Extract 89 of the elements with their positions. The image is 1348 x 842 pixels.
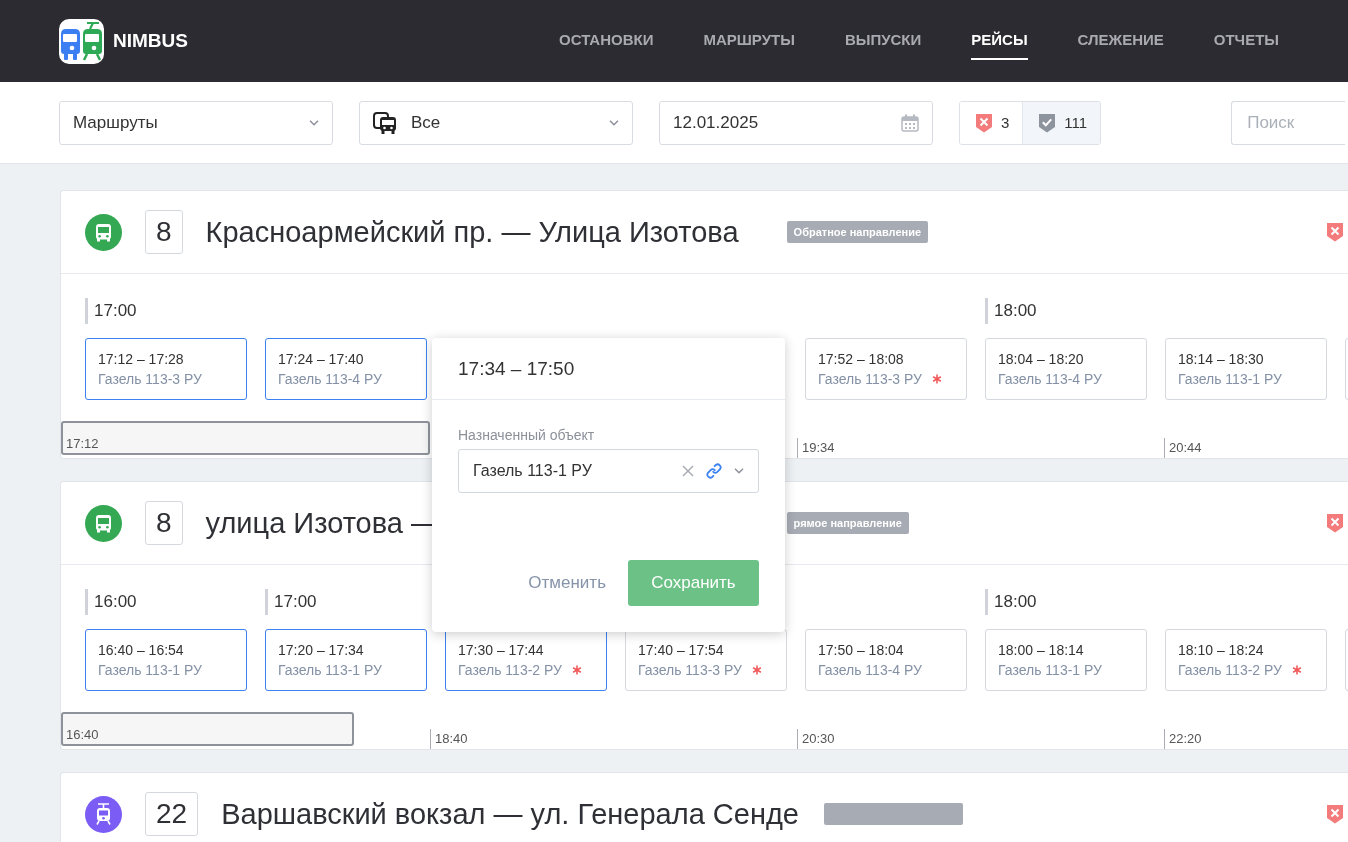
trip-card[interactable]: 18:14 – 18:30 Газель 113-1 РУ (1165, 338, 1327, 400)
status-toggle[interactable]: 111 (1022, 101, 1101, 144)
vehicle-label: Газель 113-1 РУ (98, 661, 202, 680)
trip-time: 17:30 – 17:44 (458, 641, 545, 660)
vehicle-label: Газель 113-4 РУ (998, 370, 1102, 389)
vehicle-label: Газель 113-3 РУ (638, 661, 742, 680)
trip-time: 17:20 – 17:34 (278, 641, 365, 660)
nav-tab[interactable]: ОТЧЕТЫ (1213, 22, 1279, 60)
route-title: Варшавский вокзал — ул. Генерала Сенде (221, 797, 799, 831)
hour-label: 18:00 (985, 298, 1037, 324)
asterisk-icon (931, 374, 942, 384)
nav-tab[interactable]: ОСТАНОВКИ (559, 22, 654, 60)
time-tick: 19:34 (797, 438, 1164, 458)
hour-label: 17:00 (85, 298, 137, 324)
hour-label: 18:00 (985, 589, 1037, 615)
trip-time: 18:00 – 18:14 (998, 641, 1085, 660)
trip-time: 18:04 – 18:20 (998, 350, 1085, 369)
asterisk-icon (751, 665, 762, 675)
range-window[interactable]: 17:12 (61, 421, 431, 455)
trip-time: 18:10 – 18:24 (1178, 641, 1265, 660)
link-icon[interactable] (706, 463, 722, 479)
route-number: 22 (145, 792, 199, 836)
nav-tab[interactable]: ВЫПУСКИ (844, 22, 922, 60)
time-tick: 22:20 (1164, 729, 1348, 749)
trip-card[interactable]: 18:00 – 18:14 Газель 113-1 РУ (985, 629, 1147, 691)
trip-card[interactable]: 17:40 – 17:54 Газель 113-3 РУ (625, 629, 787, 691)
nav-tab[interactable]: РЕЙСЫ (971, 22, 1028, 60)
vehicle-label: Газель 113-1 РУ (998, 661, 1102, 680)
trip-card[interactable]: 17:50 – 18:04 Газель 113-4 РУ (805, 629, 967, 691)
trip-card[interactable]: 17:52 – 18:08 Газель 113-3 РУ (805, 338, 967, 400)
date-field[interactable]: 12.01.2025 (659, 100, 933, 145)
trip-card[interactable]: 17:12 – 17:28 Газель 113-3 РУ (85, 338, 247, 400)
trip-card[interactable]: 18:10 – 18:24 Газель 113-2 РУ (1165, 629, 1327, 691)
direction-badge: рямое направление (786, 512, 909, 534)
trip-time: 16:40 – 16:54 (98, 641, 185, 660)
time-tick: 18:40 (430, 729, 797, 749)
hour-label: 17:00 (265, 589, 317, 615)
vehicle-label: Газель 113-1 РУ (278, 661, 382, 680)
trip-card[interactable]: 18:04 – 18:20 Газель 113-4 РУ (985, 338, 1147, 400)
vehicle-type-select[interactable]: Все (359, 100, 633, 145)
popup-title: 17:34 – 17:50 (458, 357, 575, 380)
vehicle-label: Газель 113-3 РУ (98, 370, 202, 389)
trip-card[interactable]: 17:20 – 17:34 Газель 113-1 РУ (265, 629, 427, 691)
trip-time: 17:50 – 18:04 (818, 641, 905, 660)
calendar-icon[interactable] (901, 113, 919, 132)
trip-time: 17:12 – 17:28 (98, 350, 185, 369)
vehicle-label: Газель 113-2 РУ (458, 661, 562, 680)
shield-x-icon[interactable] (1326, 513, 1344, 533)
trip-card[interactable]: 16:40 – 16:54 Газель 113-1 РУ (85, 629, 247, 691)
chevron-down-icon (309, 119, 319, 126)
route-number: 8 (145, 210, 183, 254)
direction-badge: Обратное направление (786, 221, 929, 243)
route-title: Красноармейский пр. — Улица Изотова (205, 215, 740, 249)
trip-time: 17:24 – 17:40 (278, 350, 365, 369)
clear-icon[interactable] (682, 465, 694, 477)
trip-card[interactable]: 17:30 – 17:44 Газель 113-2 РУ (445, 629, 607, 691)
vehicle-label: Газель 113-1 РУ (1178, 370, 1282, 389)
shield-x-icon[interactable] (1326, 222, 1344, 242)
vehicle-label: Газель 113-2 РУ (1178, 661, 1282, 680)
vehicle-label: Газель 113-3 РУ (818, 370, 922, 389)
shield-x-icon (975, 112, 993, 133)
object-select[interactable]: Газель 113-1 РУ (458, 449, 759, 493)
range-window[interactable]: 16:40 (61, 712, 355, 746)
buses-icon (373, 111, 397, 134)
trip-time: 18:14 – 18:30 (1178, 350, 1265, 369)
trip-time: 17:52 – 18:08 (818, 350, 905, 369)
time-label: 16:40 (66, 727, 99, 743)
asterisk-icon (571, 665, 582, 675)
trip-card[interactable]: 17:24 – 17:40 Газель 113-4 РУ (265, 338, 427, 400)
asterisk-icon (1291, 665, 1302, 675)
nav-tab[interactable]: СЛЕЖЕНИЕ (1077, 22, 1164, 60)
search-field[interactable]: Поиск (1231, 100, 1346, 145)
chevron-down-icon (609, 119, 619, 126)
nav-tab[interactable]: МАРШРУТЫ (703, 22, 795, 60)
vehicle-label: Газель 113-4 РУ (278, 370, 382, 389)
time-tick: 20:30 (797, 729, 1164, 749)
field-label: Назначенный объект (458, 426, 596, 444)
route-select[interactable]: Маршруты (59, 100, 333, 145)
trip-time: 17:40 – 17:54 (638, 641, 725, 660)
logo-icon[interactable] (59, 18, 104, 64)
time-tick: 20:44 (1164, 438, 1348, 458)
vehicle-label: Газель 113-4 РУ (818, 661, 922, 680)
time-label: 17:12 (66, 436, 99, 452)
chevron-down-icon (734, 468, 744, 474)
brand-name: NIMBUS (113, 30, 188, 52)
route-number: 8 (145, 501, 183, 545)
hour-label: 16:00 (85, 589, 137, 615)
shield-check-icon (1038, 112, 1057, 133)
shield-x-icon[interactable] (1326, 804, 1344, 824)
